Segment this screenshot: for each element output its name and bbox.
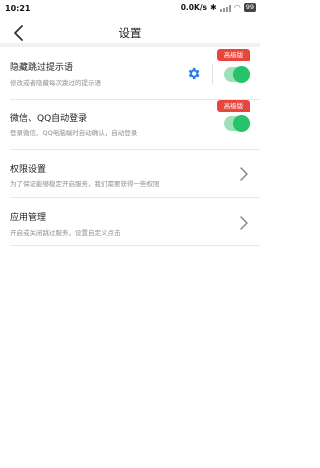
row-divider bbox=[10, 245, 260, 246]
setting-title: 权限设置 bbox=[10, 165, 47, 175]
gear-icon[interactable] bbox=[186, 66, 201, 81]
premium-badge: 高级版 bbox=[217, 49, 250, 61]
setting-app-management[interactable]: 应用管理 开启或关闭跳过服务，设置自定义点击 bbox=[0, 198, 260, 246]
status-bar: 10:21 0.0K/s ✱ ◠ 99 bbox=[0, 0, 260, 18]
setting-description: 为了保证能够稳定开启服务，我们需要获得一些权限 bbox=[10, 180, 160, 188]
toggle-knob bbox=[233, 66, 250, 83]
vertical-separator bbox=[212, 64, 213, 84]
wifi-icon: ◠ bbox=[233, 3, 241, 12]
setting-title: 微信、QQ自动登录 bbox=[10, 114, 88, 124]
battery-level: 99 bbox=[245, 3, 254, 11]
battery-icon: 99 bbox=[243, 3, 256, 12]
setting-hide-skip-tip: 高级版 隐藏跳过提示语 修改或者隐藏每次跳过的提示语 bbox=[0, 47, 260, 100]
setting-description: 登录微信、QQ电脑端时自动确认，自动登录 bbox=[10, 129, 138, 137]
chevron-right-icon[interactable] bbox=[237, 215, 251, 231]
hide-tip-toggle[interactable] bbox=[224, 66, 250, 83]
chevron-right-icon[interactable] bbox=[237, 166, 251, 182]
setting-auto-login: 高级版 微信、QQ自动登录 登录微信、QQ电脑端时自动确认，自动登录 bbox=[0, 100, 260, 150]
auto-login-toggle[interactable] bbox=[224, 115, 250, 132]
toggle-knob bbox=[233, 115, 250, 132]
status-time: 10:21 bbox=[5, 4, 31, 13]
setting-description: 修改或者隐藏每次跳过的提示语 bbox=[10, 79, 101, 87]
setting-title: 隐藏跳过提示语 bbox=[10, 63, 74, 73]
setting-permissions[interactable]: 权限设置 为了保证能够稳定开启服务，我们需要获得一些权限 bbox=[0, 150, 260, 198]
page-title: 设置 bbox=[118, 26, 142, 40]
network-speed: 0.0K/s bbox=[180, 3, 208, 12]
signal-icon bbox=[219, 4, 231, 12]
setting-title: 应用管理 bbox=[10, 213, 47, 223]
setting-description: 开启或关闭跳过服务，设置自定义点击 bbox=[10, 229, 121, 237]
bluetooth-icon: ✱ bbox=[210, 3, 217, 12]
premium-badge: 高级版 bbox=[217, 100, 250, 112]
status-indicators: 0.0K/s ✱ ◠ 99 bbox=[181, 3, 256, 12]
